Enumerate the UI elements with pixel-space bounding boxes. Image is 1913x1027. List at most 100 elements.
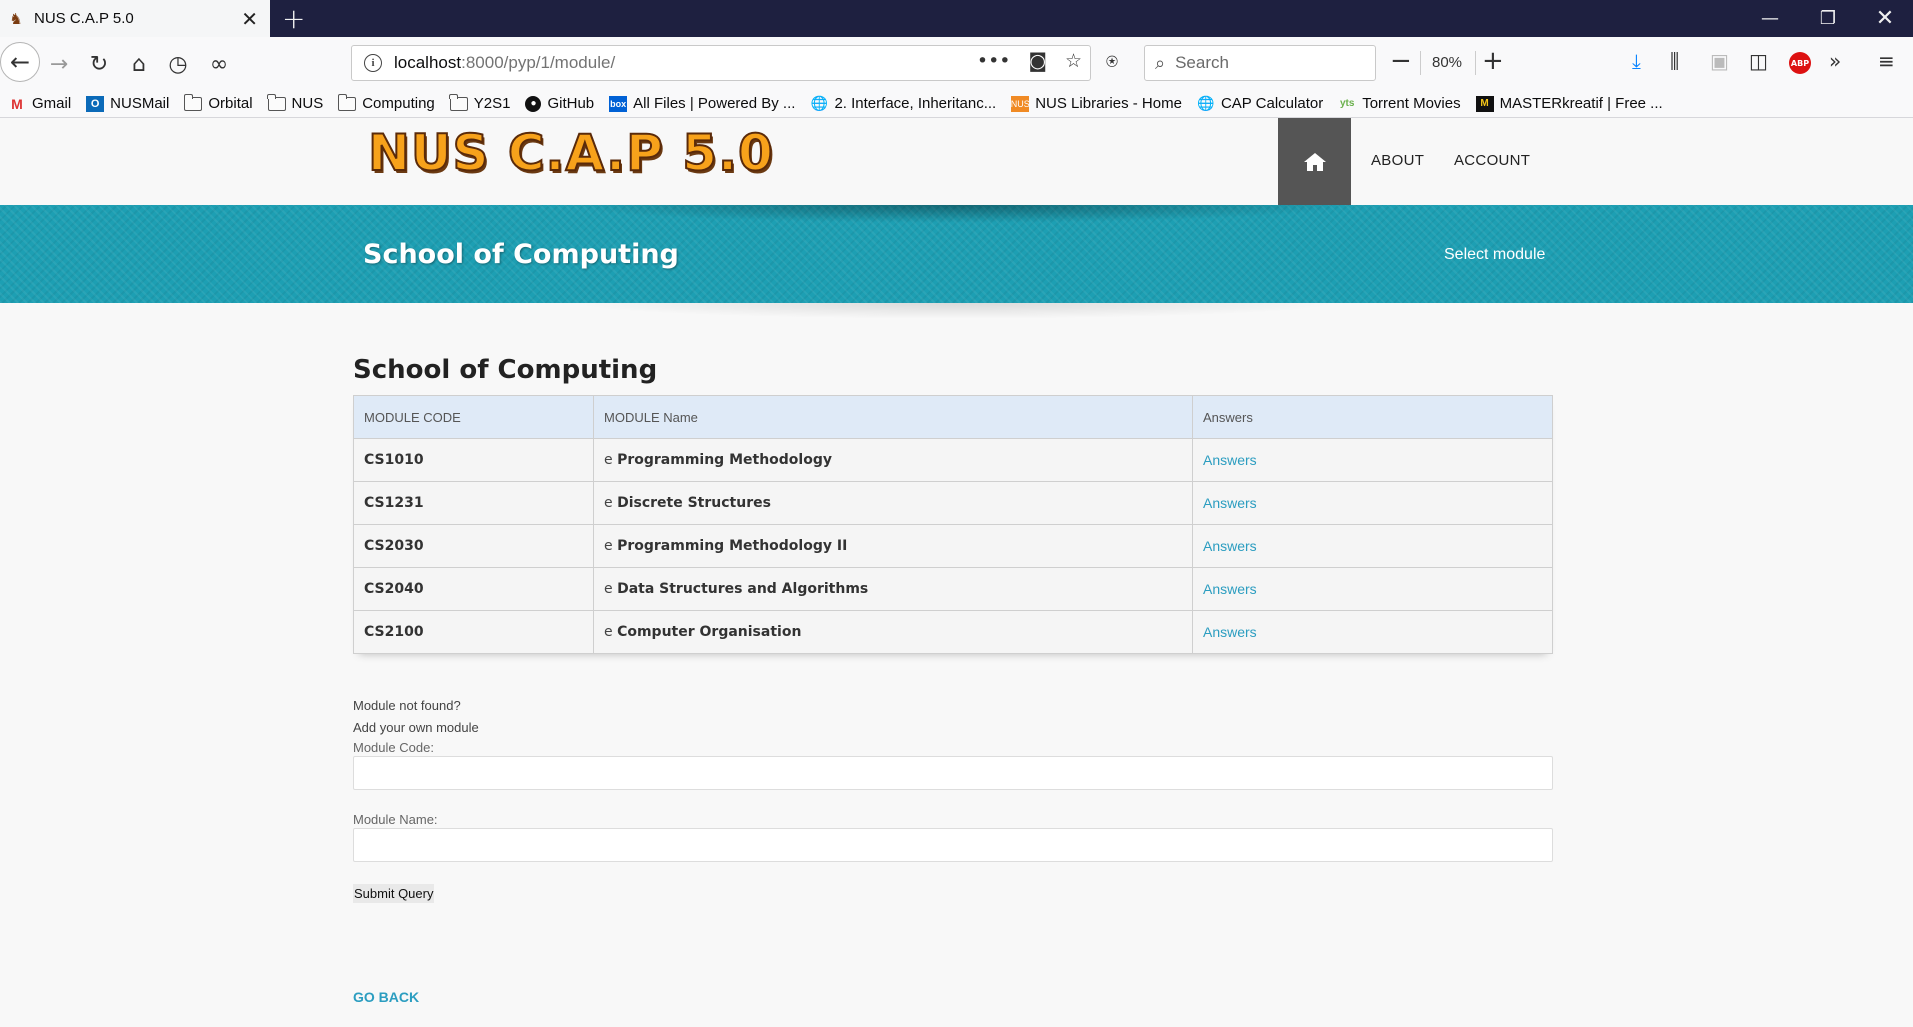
bookmarks-toolbar: M Gmail O NUSMail Orbital NUS Computing Y2… xyxy=(0,90,1913,118)
new-tab-button[interactable]: + xyxy=(282,2,305,35)
private-mask-icon[interactable]: ∞ xyxy=(202,47,236,81)
module-code-cell: CS2030 xyxy=(353,524,594,568)
box-icon: box xyxy=(609,95,628,112)
column-header-module-code: MODULE CODE xyxy=(353,395,594,439)
module-name-cell: e Computer Organisation xyxy=(593,610,1193,654)
module-code-cell: CS1231 xyxy=(353,481,594,525)
close-tab-icon[interactable]: ✕ xyxy=(241,7,258,31)
restore-window-button[interactable]: ❐ xyxy=(1800,0,1856,37)
yts-icon: yts xyxy=(1339,98,1355,109)
module-name-cell: e Programming Methodology II xyxy=(593,524,1193,568)
answers-link[interactable]: Answers xyxy=(1203,452,1257,468)
table-row: CS2100 e Computer Organisation Answers xyxy=(353,610,1553,654)
download-icon[interactable]: ⤓ xyxy=(1632,49,1641,73)
column-header-answers: Answers xyxy=(1192,395,1553,439)
library-icon: NUS xyxy=(1011,95,1030,112)
module-code-cell: CS1010 xyxy=(353,438,594,482)
browser-navbar: ← → ↻ ⌂ ◷ ∞ i localhost:8000/pyp/1/modul… xyxy=(0,37,1913,90)
banner-title: School of Computing xyxy=(363,239,679,270)
table-row: CS2040 e Data Structures and Algorithms … xyxy=(353,567,1553,611)
history-icon[interactable]: ◷ xyxy=(161,47,195,81)
module-name-field[interactable] xyxy=(353,828,1553,862)
answers-link[interactable]: Answers xyxy=(1203,624,1257,640)
home-icon[interactable]: ⌂ xyxy=(122,47,156,81)
zoom-level[interactable]: 80% xyxy=(1432,54,1462,71)
bookmark-masterkreatif[interactable]: M MASTERkreatif | Free ... xyxy=(1475,95,1663,112)
site-favicon-icon: ♞ xyxy=(9,9,23,28)
bookmark-nusmail[interactable]: O NUSMail xyxy=(86,95,169,112)
gmail-icon: M xyxy=(11,95,23,112)
menu-hamburger-icon[interactable]: ≡ xyxy=(1878,49,1895,73)
table-row: CS1231 e Discrete Structures Answers xyxy=(353,481,1553,525)
module-code-label: Module Code: xyxy=(353,740,434,755)
nav-account-link[interactable]: ACCOUNT xyxy=(1454,152,1530,169)
search-icon: ⌕ xyxy=(1155,52,1166,74)
table-row: CS1010 e Programming Methodology Answers xyxy=(353,438,1553,482)
outlook-icon: O xyxy=(86,95,105,112)
sidebar-icon[interactable]: ◫ xyxy=(1749,49,1768,73)
folder-icon xyxy=(183,93,203,112)
submit-query-button[interactable]: Submit Query xyxy=(353,884,435,903)
tab-title: NUS C.A.P 5.0 xyxy=(34,10,134,27)
bookmark-nus-libraries[interactable]: NUS NUS Libraries - Home xyxy=(1011,95,1182,112)
bookmark-y2s1[interactable]: Y2S1 xyxy=(449,93,510,112)
close-window-button[interactable]: ✕ xyxy=(1857,0,1913,37)
mk-icon: M xyxy=(1475,95,1494,112)
zoom-in-button[interactable]: + xyxy=(1482,48,1504,74)
browser-tab[interactable]: ♞ NUS C.A.P 5.0 ✕ xyxy=(0,0,270,37)
table-header-row: MODULE CODE MODULE Name Answers xyxy=(353,395,1553,439)
bookmark-gmail[interactable]: M Gmail xyxy=(8,95,71,112)
bookmark-interface[interactable]: 🌐 2. Interface, Inheritanc... xyxy=(810,95,996,112)
module-name-cell: e Data Structures and Algorithms xyxy=(593,567,1193,611)
add-module-text: Add your own module xyxy=(353,720,479,735)
reload-button[interactable]: ↻ xyxy=(82,47,116,81)
module-code-field[interactable] xyxy=(353,756,1553,790)
bookmark-github[interactable]: ● GitHub xyxy=(525,95,594,112)
site-header: NUS C.A.P 5.0 ABOUT ACCOUNT xyxy=(0,118,1913,205)
home-icon xyxy=(1303,152,1326,171)
bookmark-box[interactable]: box All Files | Powered By ... xyxy=(609,95,795,112)
bookmark-star-icon[interactable]: ☆ xyxy=(1065,50,1082,72)
forward-button[interactable]: → xyxy=(42,47,76,81)
site-logo[interactable]: NUS C.A.P 5.0 xyxy=(367,123,774,183)
search-bar[interactable]: ⌕ Search xyxy=(1144,45,1376,81)
folder-icon xyxy=(267,93,286,112)
module-code-cell: CS2040 xyxy=(353,567,594,611)
address-bar[interactable]: i localhost:8000/pyp/1/module/ ••• ◙ ☆ xyxy=(351,45,1091,81)
url-text[interactable]: localhost:8000/pyp/1/module/ xyxy=(394,53,615,73)
github-icon: ● xyxy=(525,95,542,112)
bookmark-computing[interactable]: Computing xyxy=(337,93,435,112)
answers-link[interactable]: Answers xyxy=(1203,538,1257,554)
nav-home-button[interactable] xyxy=(1278,118,1351,205)
pocket-list-icon[interactable]: ▣ xyxy=(1710,49,1729,73)
answers-link[interactable]: Answers xyxy=(1203,495,1257,511)
bookmark-orbital[interactable]: Orbital xyxy=(183,93,253,112)
module-name-cell: e Programming Methodology xyxy=(593,438,1193,482)
back-button[interactable]: ← xyxy=(0,42,40,82)
site-info-icon[interactable]: i xyxy=(364,54,382,72)
module-code-cell: CS2100 xyxy=(353,610,594,654)
column-header-module-name: MODULE Name xyxy=(593,395,1193,439)
module-name-label: Module Name: xyxy=(353,812,438,827)
browser-titlebar: ♞ NUS C.A.P 5.0 ✕ + — ❐ ✕ xyxy=(0,0,1913,37)
minimize-window-button[interactable]: — xyxy=(1742,0,1798,37)
module-not-found-text: Module not found? xyxy=(353,698,461,713)
library-icon[interactable]: ⫼ xyxy=(1670,49,1679,73)
page-actions-icon[interactable]: ••• xyxy=(977,50,1011,72)
reader-download-icon[interactable]: ⍟ xyxy=(1106,49,1118,73)
bookmark-torrent-movies[interactable]: yts Torrent Movies xyxy=(1338,95,1461,112)
zoom-out-button[interactable]: − xyxy=(1390,48,1412,74)
overflow-chevron-icon[interactable]: » xyxy=(1829,49,1841,73)
table-row: CS2030 e Programming Methodology II Answ… xyxy=(353,524,1553,568)
bookmark-nus[interactable]: NUS xyxy=(267,93,323,112)
go-back-link[interactable]: GO BACK xyxy=(353,989,419,1005)
adblock-icon[interactable]: ABP xyxy=(1789,52,1811,74)
nav-about-link[interactable]: ABOUT xyxy=(1371,152,1424,169)
bookmark-cap-calculator[interactable]: 🌐 CAP Calculator xyxy=(1197,95,1323,112)
folder-icon xyxy=(337,93,357,112)
banner-breadcrumb: Select module xyxy=(1444,246,1546,263)
answers-link[interactable]: Answers xyxy=(1203,581,1257,597)
module-name-cell: e Discrete Structures xyxy=(593,481,1193,525)
globe-icon: 🌐 xyxy=(810,95,829,111)
pocket-icon[interactable]: ◙ xyxy=(1029,50,1047,72)
